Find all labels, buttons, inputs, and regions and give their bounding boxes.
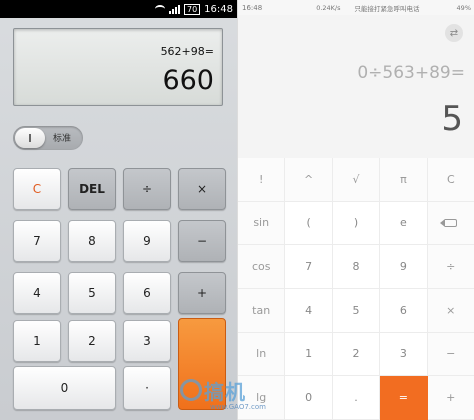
key-π[interactable]: π — [380, 158, 428, 202]
watermark-logo-icon — [180, 379, 202, 401]
key-![interactable]: ! — [238, 158, 286, 202]
key-9[interactable]: 9 — [123, 220, 171, 262]
key-4[interactable]: 4 — [285, 289, 333, 333]
key-√[interactable]: √ — [332, 158, 381, 202]
key-8[interactable]: 8 — [332, 245, 381, 289]
key-7[interactable]: 7 — [13, 220, 61, 262]
emergency-call-notice: 只能接打紧急呼叫电话 — [354, 4, 420, 13]
key-6[interactable]: 6 — [123, 272, 171, 314]
key-3[interactable]: 3 — [380, 332, 428, 377]
key-1[interactable]: 1 — [285, 332, 333, 377]
toggle-knob[interactable] — [15, 128, 45, 148]
key-+[interactable]: + — [427, 376, 474, 420]
status-time: 16:48 — [242, 3, 263, 12]
key-−[interactable]: − — [178, 220, 226, 262]
key-4[interactable]: 4 — [13, 272, 61, 314]
key-2[interactable]: 2 — [68, 320, 116, 362]
key-e[interactable]: e — [380, 201, 428, 246]
left-calculator: 70 16:48 562+98= 660 标准 C DEL ÷ × 7 8 9− 4 5 6 +1 2… — [0, 0, 237, 420]
key-+[interactable]: + — [178, 272, 226, 314]
key-tan[interactable]: tan — [238, 289, 286, 333]
key-^[interactable]: ^ — [285, 158, 333, 202]
battery-icon: 70 — [183, 3, 201, 15]
battery-percent: 49% — [456, 3, 471, 12]
key-×[interactable]: × — [427, 289, 474, 333]
key-5[interactable]: 5 — [332, 289, 381, 333]
key-8[interactable]: 8 — [68, 220, 116, 262]
key-·[interactable]: · — [123, 366, 171, 410]
wifi-icon — [154, 5, 165, 13]
swap-icon[interactable]: ⇄ — [445, 24, 463, 42]
watermark-url: www.GAO7.com — [210, 403, 266, 411]
key-−[interactable]: − — [427, 332, 474, 377]
key-C[interactable]: C — [427, 158, 474, 202]
result-text: 660 — [162, 65, 214, 96]
expression-text: 0÷563+89= — [357, 63, 465, 83]
key-=[interactable]: = — [380, 376, 428, 420]
mode-label: 标准 — [53, 134, 72, 144]
result-text: 5 — [441, 99, 463, 139]
key-÷[interactable]: ÷ — [427, 245, 474, 289]
key-6[interactable]: 6 — [380, 289, 428, 333]
key-([interactable]: ( — [285, 201, 333, 246]
key-ln[interactable]: ln — [238, 332, 286, 377]
backspace-icon[interactable] — [427, 201, 474, 246]
right-status-bar: 16:48 0.24K/s 只能接打紧急呼叫电话 49% — [238, 0, 474, 15]
right-display: ⇄ 0÷563+89= 5 — [238, 15, 474, 158]
key-9[interactable]: 9 — [380, 245, 428, 289]
key-2[interactable]: 2 — [332, 332, 381, 377]
backspace-glyph — [439, 218, 457, 227]
key-×[interactable]: × — [178, 168, 226, 210]
right-calculator: 16:48 0.24K/s 只能接打紧急呼叫电话 49% ⇄ 0÷563+89=… — [237, 0, 474, 420]
key-5[interactable]: 5 — [68, 272, 116, 314]
key-3[interactable]: 3 — [123, 320, 171, 362]
left-status-bar: 70 16:48 — [0, 0, 237, 18]
key-DEL[interactable]: DEL — [68, 168, 116, 210]
watermark: 搞机 www.GAO7.com — [180, 376, 300, 416]
lcd-display: 562+98= 660 — [13, 28, 223, 106]
network-speed: 0.24K/s — [316, 3, 341, 12]
key-1[interactable]: 1 — [13, 320, 61, 362]
key-C[interactable]: C — [13, 168, 61, 210]
screenshot-root: 70 16:48 562+98= 660 标准 C DEL ÷ × 7 8 9−4 5 6 +1 2… — [0, 0, 474, 420]
key-0[interactable]: 0 — [13, 366, 116, 410]
watermark-text: 搞机 — [204, 380, 246, 404]
key-sin[interactable]: sin — [238, 201, 286, 246]
signal-icon — [168, 4, 180, 14]
key-÷[interactable]: ÷ — [123, 168, 171, 210]
mode-toggle[interactable]: 标准 — [13, 126, 83, 150]
key-.[interactable]: . — [332, 376, 381, 420]
key-7[interactable]: 7 — [285, 245, 333, 289]
status-time: 16:48 — [204, 3, 233, 15]
key-)[interactable]: ) — [332, 201, 381, 246]
key-cos[interactable]: cos — [238, 245, 286, 289]
expression-text: 562+98= — [160, 45, 214, 58]
